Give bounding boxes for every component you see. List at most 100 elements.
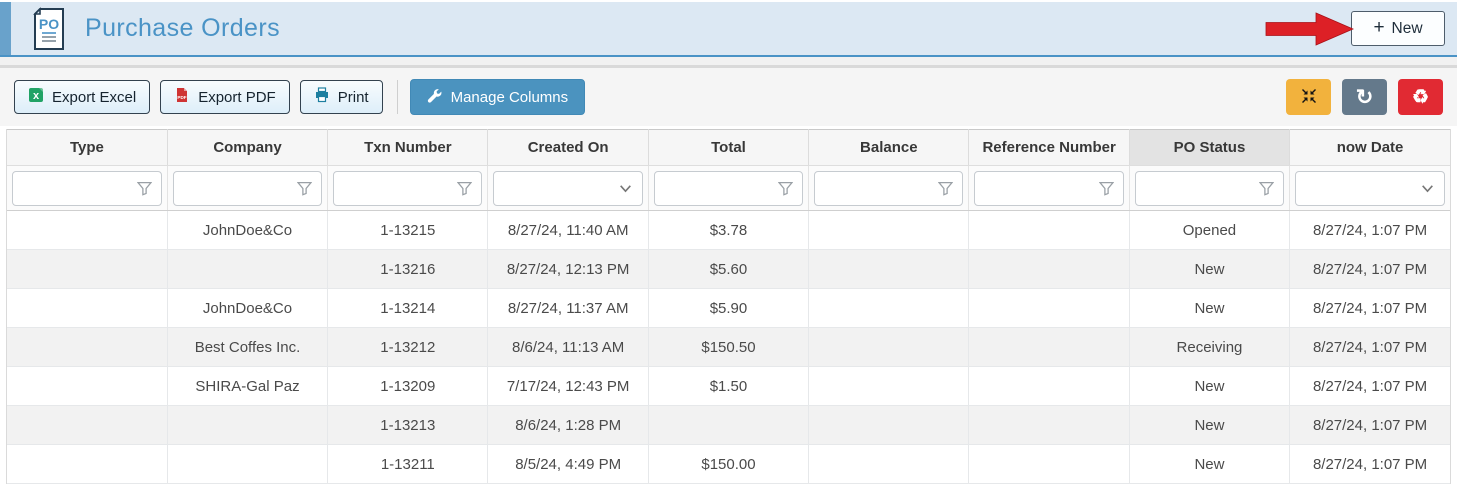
cell-now_date[interactable]: 8/27/24, 1:07 PM: [1290, 289, 1450, 328]
cell-txn_number[interactable]: 1-13212: [328, 328, 488, 367]
cell-created_on[interactable]: 8/27/24, 12:13 PM: [488, 250, 648, 289]
cell-po_status[interactable]: New: [1129, 250, 1289, 289]
cell-created_on[interactable]: 8/6/24, 11:13 AM: [488, 328, 648, 367]
funnel-icon[interactable]: [1259, 181, 1274, 196]
cell-created_on[interactable]: 8/27/24, 11:40 AM: [488, 211, 648, 250]
cell-po_status[interactable]: New: [1129, 367, 1289, 406]
cell-reference_number[interactable]: [969, 406, 1129, 445]
column-header-created_on[interactable]: Created On: [488, 130, 648, 166]
collapse-button[interactable]: [1286, 79, 1331, 115]
cell-balance[interactable]: [809, 445, 969, 484]
chevron-down-icon[interactable]: [1420, 181, 1435, 196]
cell-company[interactable]: [167, 250, 327, 289]
cell-total[interactable]: $3.78: [648, 211, 808, 250]
funnel-icon[interactable]: [938, 181, 953, 196]
funnel-icon[interactable]: [1099, 181, 1114, 196]
column-header-type[interactable]: Type: [7, 130, 167, 166]
cell-po_status[interactable]: Receiving: [1129, 328, 1289, 367]
filter-now_date-input[interactable]: [1295, 171, 1445, 206]
cell-created_on[interactable]: 7/17/24, 12:43 PM: [488, 367, 648, 406]
funnel-icon[interactable]: [457, 181, 472, 196]
cell-total[interactable]: $150.50: [648, 328, 808, 367]
export-excel-button[interactable]: x Export Excel: [14, 80, 150, 114]
filter-company-input[interactable]: [173, 171, 322, 206]
cell-now_date[interactable]: 8/27/24, 1:07 PM: [1290, 367, 1450, 406]
cell-now_date[interactable]: 8/27/24, 1:07 PM: [1290, 406, 1450, 445]
cell-company[interactable]: [167, 445, 327, 484]
cell-type[interactable]: [7, 328, 167, 367]
funnel-icon[interactable]: [778, 181, 793, 196]
cell-total[interactable]: $150.00: [648, 445, 808, 484]
cell-company[interactable]: [167, 406, 327, 445]
column-header-reference_number[interactable]: Reference Number: [969, 130, 1129, 166]
cell-txn_number[interactable]: 1-13211: [328, 445, 488, 484]
cell-company[interactable]: Best Coffes Inc.: [167, 328, 327, 367]
cell-po_status[interactable]: New: [1129, 289, 1289, 328]
cell-now_date[interactable]: 8/27/24, 1:07 PM: [1290, 211, 1450, 250]
filter-po_status-input[interactable]: [1135, 171, 1284, 206]
manage-columns-button[interactable]: Manage Columns: [410, 79, 586, 115]
cell-total[interactable]: $5.60: [648, 250, 808, 289]
printer-icon: [314, 87, 330, 107]
filter-type-input[interactable]: [12, 171, 162, 206]
cell-type[interactable]: [7, 289, 167, 328]
cell-type[interactable]: [7, 211, 167, 250]
cell-po_status[interactable]: Opened: [1129, 211, 1289, 250]
column-header-total[interactable]: Total: [648, 130, 808, 166]
column-header-company[interactable]: Company: [167, 130, 327, 166]
cell-balance[interactable]: [809, 211, 969, 250]
filter-balance-input[interactable]: [814, 171, 963, 206]
cell-txn_number[interactable]: 1-13213: [328, 406, 488, 445]
filter-total-input[interactable]: [654, 171, 803, 206]
funnel-icon[interactable]: [137, 181, 152, 196]
funnel-icon[interactable]: [297, 181, 312, 196]
cell-txn_number[interactable]: 1-13215: [328, 211, 488, 250]
cell-balance[interactable]: [809, 328, 969, 367]
cell-now_date[interactable]: 8/27/24, 1:07 PM: [1290, 445, 1450, 484]
column-header-po_status[interactable]: PO Status: [1129, 130, 1289, 166]
cell-reference_number[interactable]: [969, 367, 1129, 406]
filter-txn_number-input[interactable]: [333, 171, 482, 206]
filter-created_on-input[interactable]: [493, 171, 642, 206]
cell-txn_number[interactable]: 1-13216: [328, 250, 488, 289]
refresh-button[interactable]: ↻: [1342, 79, 1387, 115]
export-pdf-button[interactable]: PDF Export PDF: [160, 80, 290, 114]
chevron-down-icon[interactable]: [618, 181, 633, 196]
cell-balance[interactable]: [809, 406, 969, 445]
cell-reference_number[interactable]: [969, 328, 1129, 367]
cell-created_on[interactable]: 8/5/24, 4:49 PM: [488, 445, 648, 484]
print-button[interactable]: Print: [300, 80, 383, 114]
filter-reference_number-input[interactable]: [974, 171, 1123, 206]
cell-po_status[interactable]: New: [1129, 445, 1289, 484]
recycle-button[interactable]: ♻: [1398, 79, 1443, 115]
cell-now_date[interactable]: 8/27/24, 1:07 PM: [1290, 328, 1450, 367]
cell-reference_number[interactable]: [969, 289, 1129, 328]
cell-total[interactable]: $1.50: [648, 367, 808, 406]
cell-type[interactable]: [7, 250, 167, 289]
column-header-now_date[interactable]: now Date: [1290, 130, 1450, 166]
cell-reference_number[interactable]: [969, 445, 1129, 484]
cell-company[interactable]: JohnDoe&Co: [167, 289, 327, 328]
cell-balance[interactable]: [809, 289, 969, 328]
cell-type[interactable]: [7, 406, 167, 445]
cell-txn_number[interactable]: 1-13214: [328, 289, 488, 328]
cell-type[interactable]: [7, 367, 167, 406]
column-header-balance[interactable]: Balance: [809, 130, 969, 166]
cell-created_on[interactable]: 8/6/24, 1:28 PM: [488, 406, 648, 445]
cell-created_on[interactable]: 8/27/24, 11:37 AM: [488, 289, 648, 328]
cell-balance[interactable]: [809, 250, 969, 289]
cell-company[interactable]: SHIRA-Gal Paz: [167, 367, 327, 406]
cell-now_date[interactable]: 8/27/24, 1:07 PM: [1290, 250, 1450, 289]
cell-balance[interactable]: [809, 367, 969, 406]
cell-txn_number[interactable]: 1-13209: [328, 367, 488, 406]
new-button[interactable]: + New: [1351, 11, 1445, 46]
cell-type[interactable]: [7, 445, 167, 484]
cell-total[interactable]: $5.90: [648, 289, 808, 328]
cell-reference_number[interactable]: [969, 250, 1129, 289]
cell-reference_number[interactable]: [969, 211, 1129, 250]
column-header-txn_number[interactable]: Txn Number: [328, 130, 488, 166]
filter-cell-type: [7, 166, 167, 211]
cell-total[interactable]: [648, 406, 808, 445]
cell-company[interactable]: JohnDoe&Co: [167, 211, 327, 250]
cell-po_status[interactable]: New: [1129, 406, 1289, 445]
